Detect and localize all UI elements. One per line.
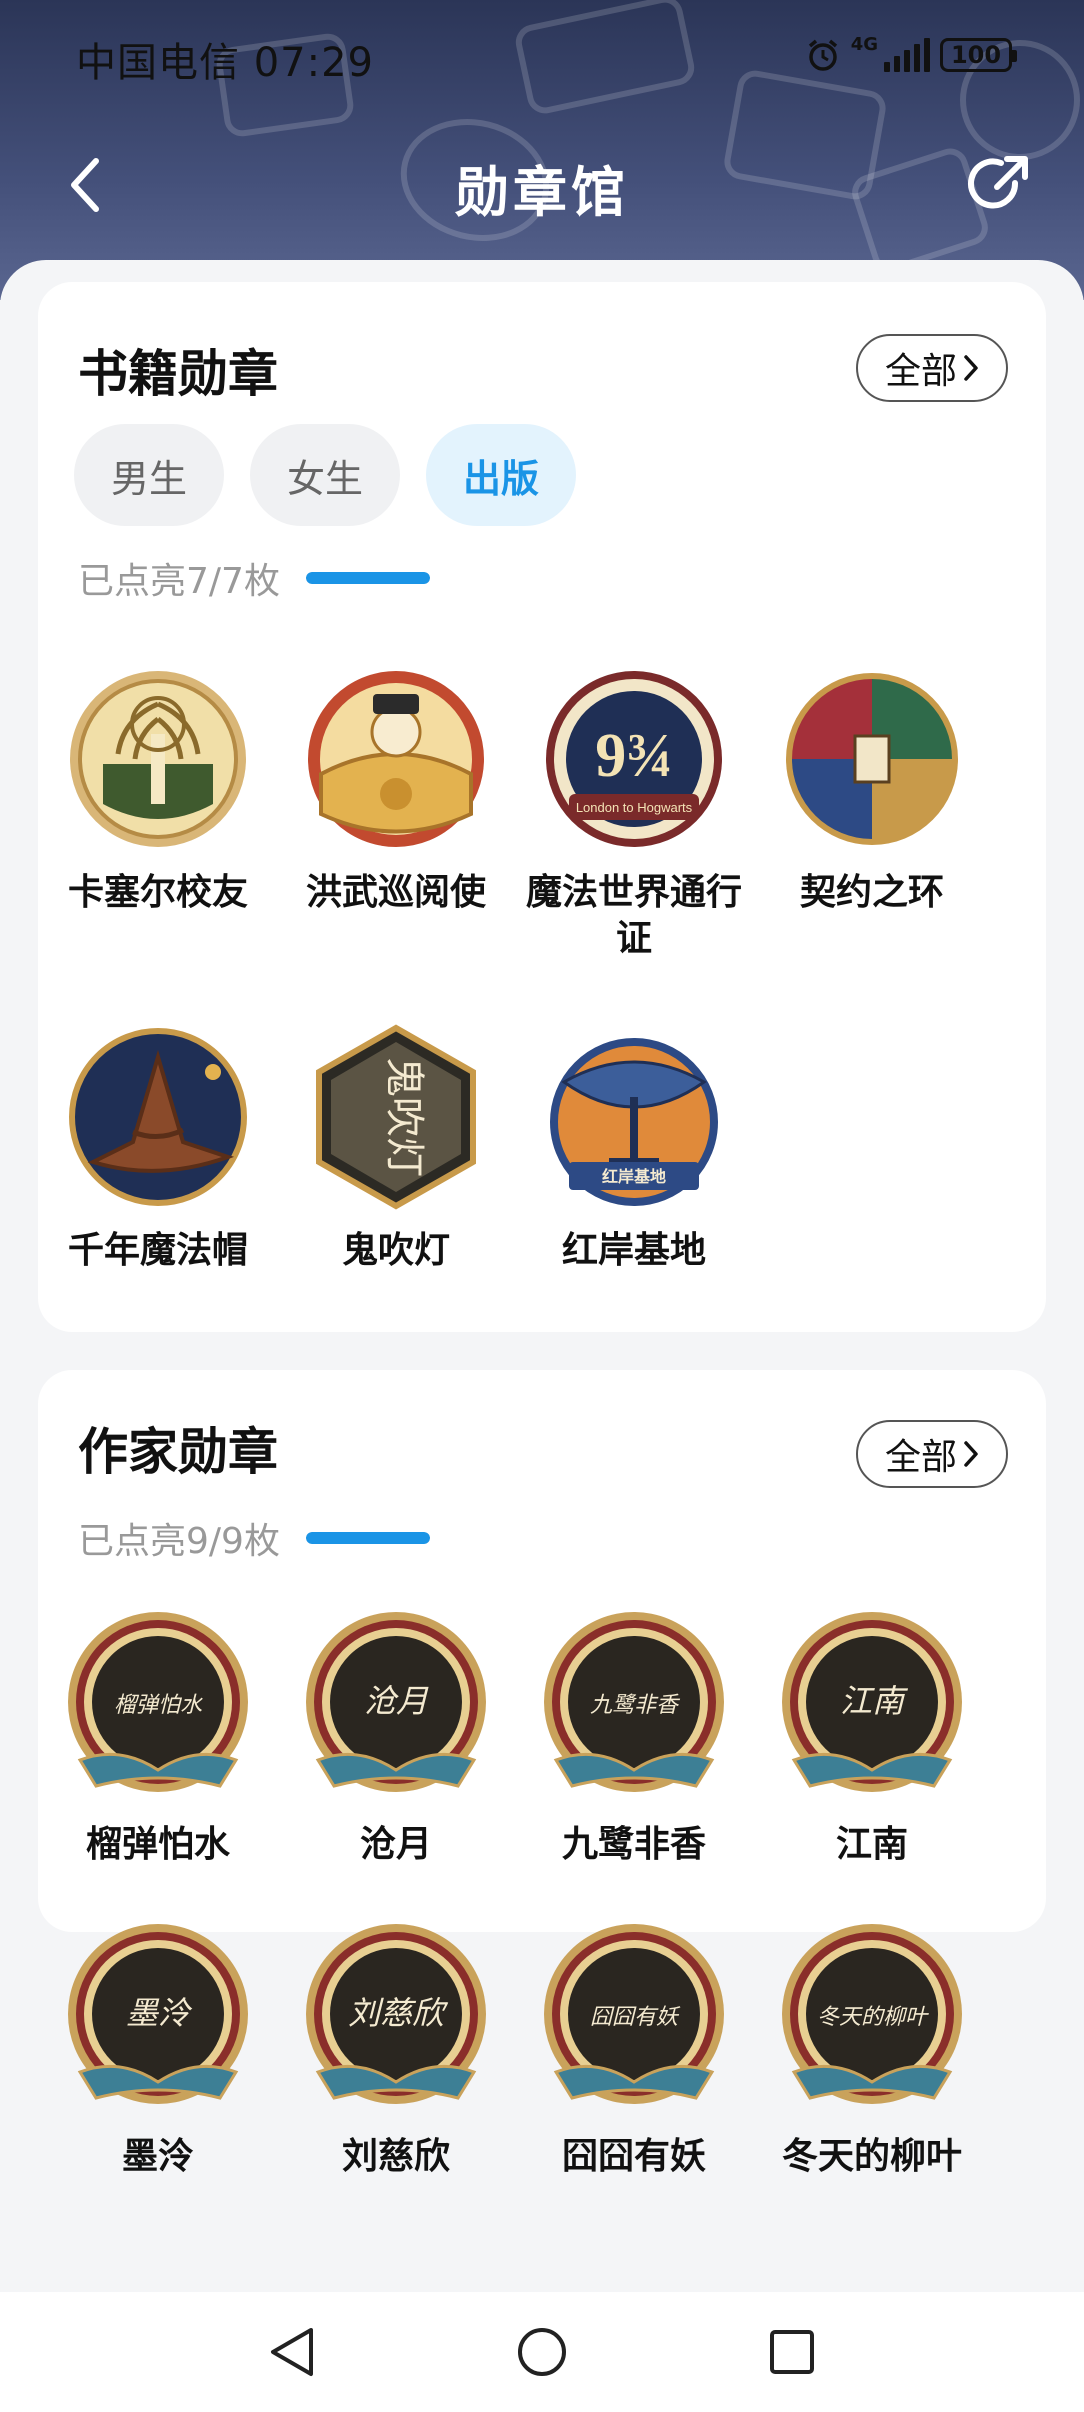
author-badge[interactable]: 墨泠 墨泠	[38, 1922, 278, 2180]
tree-emblem-icon	[70, 671, 246, 847]
badge-label: 江南	[835, 1824, 908, 1865]
status-bar: 中国电信 07:29 4G 100	[0, 0, 1084, 110]
signature-text: 囧囧有妖	[590, 2005, 681, 2030]
author-progress-bar	[305, 1532, 430, 1544]
badge-magic-world-pass[interactable]: 9¾ London to Hogwarts 魔法世界通行证	[514, 664, 754, 962]
chevron-right-icon	[964, 1441, 978, 1467]
author-progress-fill	[305, 1532, 430, 1544]
author-badge[interactable]: 榴弹怕水 榴弹怕水	[38, 1610, 278, 1868]
badge-label: 榴弹怕水	[85, 1824, 230, 1865]
badge-label: 九鹭非香	[561, 1824, 706, 1865]
platform-emblem-icon: 9¾ London to Hogwarts	[546, 671, 722, 847]
author-progress-text: 已点亮9/9枚	[78, 1521, 280, 1562]
signature-medal-icon: 冬天的柳叶	[782, 1924, 962, 2104]
battery-level: 100	[950, 41, 1002, 69]
author-badge[interactable]: 冬天的柳叶 冬天的柳叶	[752, 1922, 992, 2180]
book-badges-title: 书籍勋章	[78, 345, 278, 403]
all-button-label: 全部	[884, 351, 957, 392]
signature-medal-icon: 囧囧有妖	[544, 1924, 724, 2104]
author-badge[interactable]: 沧月 沧月	[276, 1610, 516, 1868]
signature-text: 江南	[840, 1682, 909, 1720]
content-sheet: 书籍勋章 全部 男生 女生 出版 已点亮7/7枚 卡塞尔校友 洪武巡阅使 9¾ …	[0, 260, 1084, 2292]
author-badge[interactable]: 囧囧有妖 囧囧有妖	[514, 1922, 754, 2180]
crest-emblem-icon	[786, 673, 958, 845]
square-recents-icon	[770, 2330, 814, 2374]
share-icon	[968, 156, 1028, 209]
signature-medal-icon: 刘慈欣	[306, 1924, 486, 2104]
emblem-text: 9¾	[595, 722, 673, 790]
hexagon-emblem-icon: 鬼吹灯	[316, 1024, 476, 1210]
signature-text: 刘慈欣	[348, 1994, 449, 2032]
battery-icon: 100	[940, 38, 1017, 72]
signature-medal-icon: 榴弹怕水	[68, 1612, 248, 1792]
status-icons: 4G 100	[805, 34, 1017, 76]
author-badges-all-button[interactable]: 全部	[856, 1420, 1008, 1488]
author-badge[interactable]: 九鹭非香 九鹭非香	[514, 1610, 754, 1868]
author-badge[interactable]: 江南 江南	[752, 1610, 992, 1868]
signature-medal-icon: 九鹭非香	[544, 1612, 724, 1792]
signal-icon	[884, 38, 930, 72]
status-carrier-time: 中国电信 07:29	[76, 40, 374, 86]
book-badges-all-button[interactable]: 全部	[856, 334, 1008, 402]
badge-label: 刘慈欣	[341, 2136, 450, 2177]
book-progress: 已点亮7/7枚	[78, 552, 430, 604]
triangle-back-icon	[271, 2328, 313, 2376]
emblem-text: 红岸基地	[602, 1167, 666, 1186]
badge-hongwu-inspector[interactable]: 洪武巡阅使	[276, 664, 516, 916]
wizard-hat-icon	[69, 1028, 247, 1206]
book-progress-fill	[305, 572, 430, 584]
system-nav-bar	[0, 2292, 1084, 2412]
badge-label: 冬天的柳叶	[781, 2136, 962, 2177]
share-button[interactable]	[964, 150, 1034, 220]
tab-female[interactable]: 女生	[250, 424, 400, 526]
badge-red-coast-base[interactable]: 红岸基地 红岸基地	[514, 1022, 754, 1274]
emperor-emblem-icon	[308, 671, 484, 847]
signature-text: 墨泠	[126, 1994, 193, 2032]
author-badges-card: 作家勋章 全部 已点亮9/9枚 榴弹怕水 榴弹怕水 沧月 沧月 九鹭非香 九鹭非香 江南 江南…	[38, 1370, 1046, 2177]
all-button-label: 全部	[884, 1437, 957, 1478]
badge-label: 卡塞尔校友	[67, 872, 248, 913]
badge-label: 沧月	[359, 1824, 432, 1865]
author-badge[interactable]: 刘慈欣 刘慈欣	[276, 1922, 516, 2180]
badge-thousand-year-hat[interactable]: 千年魔法帽	[38, 1022, 278, 1274]
badge-label: 契约之环	[799, 872, 944, 913]
book-badges-card: 书籍勋章 全部 男生 女生 出版 已点亮7/7枚 卡塞尔校友 洪武巡阅使 9¾ …	[38, 282, 1046, 1332]
signature-medal-icon: 沧月	[306, 1612, 486, 1792]
author-progress: 已点亮9/9枚	[78, 1512, 430, 1564]
signature-text: 冬天的柳叶	[817, 2005, 929, 2030]
signature-text: 九鹭非香	[590, 1693, 681, 1718]
emblem-text: 鬼吹灯	[381, 1057, 427, 1177]
emblem-subtext: London to Hogwarts	[576, 800, 693, 815]
page-title: 勋章馆	[455, 161, 629, 224]
radar-dish-icon: 红岸基地	[550, 1038, 718, 1206]
badge-label: 洪武巡阅使	[305, 872, 486, 913]
signature-medal-icon: 墨泠	[68, 1924, 248, 2104]
badge-label: 红岸基地	[561, 1230, 706, 1271]
book-progress-text: 已点亮7/7枚	[78, 561, 280, 602]
author-badges-title: 作家勋章	[78, 1423, 278, 1481]
tab-published[interactable]: 出版	[426, 424, 576, 526]
badge-contract-ring[interactable]: 契约之环	[752, 664, 992, 916]
nav-back-button[interactable]	[252, 2312, 332, 2392]
network-label: 4G	[850, 34, 878, 55]
circle-home-icon	[518, 2328, 566, 2376]
signature-text: 榴弹怕水	[114, 1693, 203, 1718]
badge-label: 千年魔法帽	[67, 1230, 248, 1271]
badge-ghost-blows-lamp[interactable]: 鬼吹灯 鬼吹灯	[276, 1022, 516, 1274]
nav-home-button[interactable]	[502, 2312, 582, 2392]
signature-medal-icon: 江南	[782, 1612, 962, 1792]
book-progress-bar	[305, 572, 430, 584]
alarm-icon	[808, 39, 837, 71]
badge-label: 囧囧有妖	[561, 2136, 706, 2177]
signature-text: 沧月	[364, 1682, 429, 1720]
book-category-tabs: 男生 女生 出版	[74, 424, 576, 526]
chevron-right-icon	[964, 355, 978, 381]
badge-label: 墨泠	[121, 2136, 194, 2177]
tab-male[interactable]: 男生	[74, 424, 224, 526]
badge-kassel-alumni[interactable]: 卡塞尔校友	[38, 664, 278, 916]
badge-label: 魔法世界通行证	[525, 872, 742, 959]
badge-label: 鬼吹灯	[341, 1230, 450, 1271]
nav-recents-button[interactable]	[752, 2312, 832, 2392]
